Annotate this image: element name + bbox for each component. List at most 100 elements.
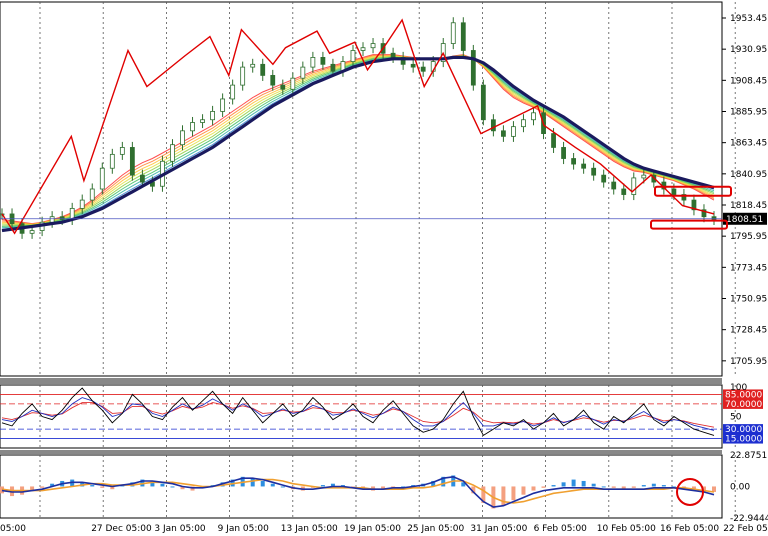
macd-histogram-bar [250,478,255,487]
price-axis-label: 1885.95 [730,107,767,117]
candle-body [531,112,536,121]
candle-body [270,75,276,86]
candle-body [170,144,175,162]
chart-window: 1953.45 1930.95 1908.45 1885.95 1863.45 1840.… [0,0,768,536]
candle-body [581,163,587,169]
macd-histogram-bar [90,485,95,487]
price-axis-label: 1795.95 [730,232,767,242]
candle-body [551,133,556,148]
macd-axis-label: -22.9444 [730,514,768,524]
macd-histogram-bar [40,486,45,488]
candle-body [420,66,426,72]
macd-histogram-bar [651,483,656,487]
candle-body [460,22,466,51]
macd-histogram-bar [320,485,325,487]
macd-histogram-bar [571,479,576,487]
candle-body [260,63,266,76]
candle-body [280,84,286,90]
candle-body [220,98,226,112]
macd-histogram-bar [631,486,636,488]
panel-separator [0,450,722,454]
macd-histogram-bar [511,486,516,501]
candle-body [571,158,577,165]
time-axis-label: 13 Jan 05:00 [281,524,338,534]
time-axis-label: 16 Feb 05:00 [660,524,719,534]
time-axis-label: 19 Jan 05:00 [344,524,401,534]
macd-histogram-bar [280,486,285,488]
time-axis-label: 6 Feb 05:00 [534,524,588,534]
candle-body [601,174,607,183]
time-axis-label: 22 Feb 05:00 [723,524,768,534]
macd-histogram-bar [581,480,586,487]
macd-axis-label: 0.00 [730,482,750,492]
time-axis-label: 27 Dec 05:00 [91,524,152,534]
candle-body [300,66,306,79]
candle-body [240,66,246,86]
candle-body [210,111,215,121]
candle-body [29,230,35,234]
candle-body [119,147,125,155]
candle-body [310,57,316,68]
chart-background [0,0,768,536]
price-axis-label: 1953.45 [730,14,767,24]
panel-separator [0,378,722,384]
price-axis-label: 1750.95 [730,294,767,304]
candle-body [390,52,396,58]
candle-body [190,122,195,132]
trading-chart[interactable]: 1953.45 1930.95 1908.45 1885.95 1863.45 1840.… [0,0,768,536]
time-axis-label: 9 Jan 05:00 [218,524,270,534]
price-axis-label: 1930.95 [730,45,767,55]
time-axis-label: 25 Jan 05:00 [407,524,464,534]
candle-body [79,199,85,209]
time-axis-label: 10 Feb 05:00 [597,524,656,534]
candle-body [180,130,185,146]
candle-body [230,84,236,100]
macd-histogram-bar [270,483,275,487]
candle-body [641,174,647,179]
candle-body [511,126,516,137]
price-axis-label: 1773.45 [730,263,767,273]
candle-body [591,167,597,176]
candle-body [480,84,486,121]
macd-histogram-bar [661,485,666,487]
macd-histogram-bar [100,486,105,488]
price-axis-label: 1863.45 [730,139,767,149]
candle-body [621,188,627,195]
candle-body [671,188,677,195]
candle-body [611,181,617,190]
candle-body [49,216,55,223]
candle-body [109,153,115,169]
macd-histogram-bar [531,486,536,491]
candle-body [290,77,296,90]
macd-histogram-bar [591,483,596,487]
candle-body [129,147,135,176]
price-axis-label: 1705.95 [730,357,767,367]
macd-histogram-bar [611,486,616,488]
macd-histogram-bar [601,486,606,488]
price-axis-label: 1840.95 [730,170,767,180]
macd-histogram-bar [160,483,165,487]
macd-histogram-bar [641,485,646,487]
candle-body [200,119,205,123]
rsi-level-label: 15.0000 [725,435,762,445]
candle-body [250,63,256,68]
macd-histogram-bar [170,486,175,488]
rsi-axis-label: 100 [730,383,747,393]
macd-axis-label: 22.8751 [730,451,767,461]
macd-histogram-bar [561,482,566,487]
price-axis-label: 1728.45 [730,326,767,336]
candle-body [360,47,366,51]
macd-histogram-bar [260,480,265,487]
candle-body [139,174,145,183]
rsi-level-label: 70.0000 [725,400,762,410]
price-axis-label: 1908.45 [730,76,767,86]
candle-body [561,147,566,159]
candle-body [450,22,456,44]
candle-body [330,63,336,72]
macd-histogram-bar [521,486,526,495]
candle-body [99,167,105,190]
candle-body [470,50,476,86]
candle-body [350,50,356,62]
candle-body [320,57,326,65]
candle-body [490,119,496,132]
